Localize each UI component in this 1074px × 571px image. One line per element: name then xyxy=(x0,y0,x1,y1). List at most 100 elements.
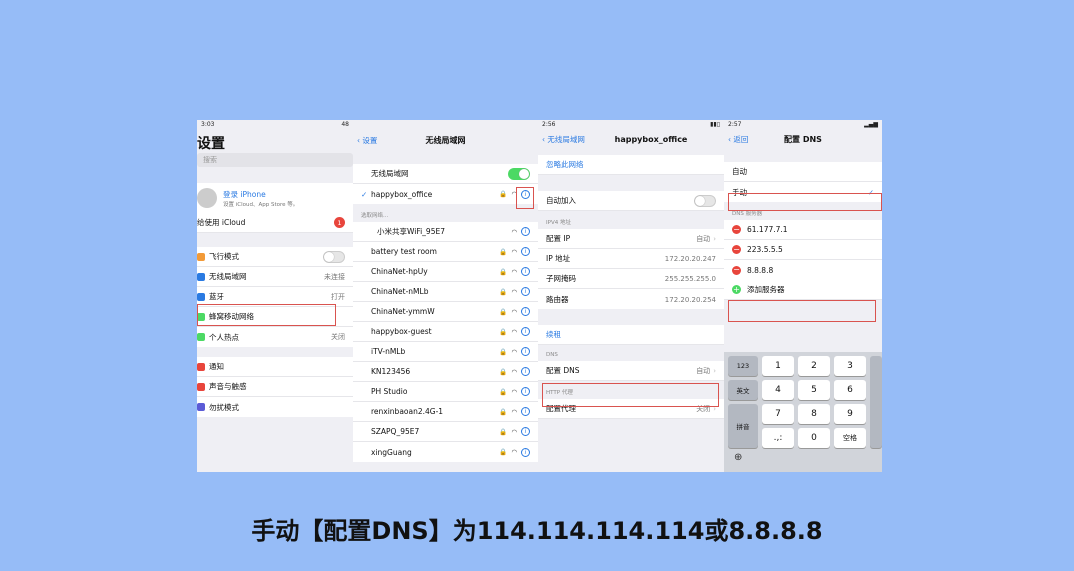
ipv4-label: 路由器 xyxy=(546,294,569,304)
setting-label: 勿扰模式 xyxy=(209,402,239,412)
back-label: 设置 xyxy=(362,135,378,145)
key-space[interactable]: 空格 xyxy=(834,428,866,448)
network-item[interactable]: KN123456 🔒 ◠ i xyxy=(353,362,538,382)
key-punctuation[interactable]: .,: xyxy=(762,428,794,448)
back-label: 返回 xyxy=(733,134,749,144)
notification-badge: 1 xyxy=(334,217,345,228)
dns-server-row[interactable]: −223.5.5.5 xyxy=(724,240,882,260)
ipv4-label: 子网掩码 xyxy=(546,274,576,283)
delete-icon[interactable]: − xyxy=(732,245,741,254)
network-name: renxinbaoan2.4G-1 xyxy=(371,407,444,416)
setting-label: 飞行模式 xyxy=(209,252,239,261)
dns-server-address: 8.8.8.8 xyxy=(747,265,774,275)
auto-join-row: 自动加入 xyxy=(538,191,724,211)
dns-auto-label: 自动 xyxy=(732,167,747,176)
key-123[interactable]: 123 xyxy=(728,356,758,376)
profile-sub: 设置 iCloud、App Store 等。 xyxy=(223,201,299,208)
key-9[interactable]: 9 xyxy=(834,404,866,424)
network-item[interactable]: iTV-nMLb 🔒 ◠ i xyxy=(353,342,538,362)
key-3[interactable]: 3 xyxy=(834,356,866,376)
settings-item[interactable]: 个人热点 关闭 xyxy=(197,327,353,347)
network-item[interactable]: ChinaNet-ymmW 🔒 ◠ i xyxy=(353,302,538,322)
status-bar: 2:56 ▮▮▯ xyxy=(538,120,724,129)
key-2[interactable]: 2 xyxy=(798,356,830,376)
profile-row[interactable]: 登录 iPhone 设置 iCloud、App Store 等。 xyxy=(197,183,353,213)
key-4[interactable]: 4 xyxy=(762,380,794,400)
network-name: ChinaNet-nMLb xyxy=(371,287,429,296)
add-server-button[interactable]: + 添加服务器 xyxy=(724,280,882,300)
info-icon[interactable]: i xyxy=(521,327,530,336)
key-english[interactable]: 英文 xyxy=(728,380,758,400)
key-5[interactable]: 5 xyxy=(798,380,830,400)
network-list: 小米共享WiFi_95E7 ◠ i battery test room 🔒 ◠ i China… xyxy=(353,222,538,462)
back-button[interactable]: ‹ 返回 xyxy=(728,134,748,145)
info-icon[interactable]: i xyxy=(521,367,530,376)
key-pinyin[interactable]: 拼音 xyxy=(728,404,758,448)
key-1[interactable]: 1 xyxy=(762,356,794,376)
back-button[interactable]: ‹ 设置 xyxy=(357,135,377,146)
airplane-toggle[interactable] xyxy=(323,250,345,263)
checkmark-icon: ✓ xyxy=(867,187,874,197)
settings-item[interactable]: 飞行模式 xyxy=(197,247,353,267)
info-icon[interactable]: i xyxy=(521,227,530,236)
network-item[interactable]: SZAPQ_95E7 🔒 ◠ i xyxy=(353,422,538,442)
info-icon[interactable]: i xyxy=(521,407,530,416)
key-6[interactable]: 6 xyxy=(834,380,866,400)
info-icon[interactable]: i xyxy=(521,427,530,436)
wifi-toggle[interactable] xyxy=(508,167,530,180)
settings-item[interactable]: 蓝牙 打开 xyxy=(197,287,353,307)
configure-proxy-row[interactable]: 配置代理 关闭 › xyxy=(538,399,724,419)
key-0[interactable]: 0 xyxy=(798,428,830,448)
battery-icon: ▮▮▯ xyxy=(710,121,720,128)
dns-manual-option[interactable]: 手动 ✓ xyxy=(724,182,882,202)
dns-server-row[interactable]: −8.8.8.8 xyxy=(724,260,882,280)
dns-server-row[interactable]: −61.177.7.1 xyxy=(724,220,882,240)
settings-item[interactable]: 无线局域网 未连接 xyxy=(197,267,353,287)
info-icon[interactable]: i xyxy=(521,307,530,316)
delete-icon[interactable]: − xyxy=(732,225,741,234)
setting-value: 未连接 xyxy=(324,272,345,281)
connected-network-row[interactable]: ✓ happybox_office 🔒 ◠ i xyxy=(353,184,538,204)
network-item[interactable]: xingGuang 🔒 ◠ i xyxy=(353,442,538,462)
delete-icon[interactable]: − xyxy=(732,265,741,275)
key-7[interactable]: 7 xyxy=(762,404,794,424)
info-icon[interactable]: i xyxy=(521,447,530,457)
ipv4-row: 子网掩码 255.255.255.0 xyxy=(538,269,724,289)
network-item[interactable]: ChinaNet-hpUy 🔒 ◠ i xyxy=(353,262,538,282)
renew-lease-button[interactable]: 续租 xyxy=(538,325,724,345)
search-input[interactable]: 搜索 xyxy=(197,153,353,167)
key-side[interactable] xyxy=(870,356,882,448)
network-item[interactable]: renxinbaoan2.4G-1 🔒 ◠ i xyxy=(353,402,538,422)
settings-item[interactable]: 通知 xyxy=(197,357,353,377)
info-icon[interactable]: i xyxy=(521,347,530,356)
setting-label: 声音与触感 xyxy=(209,382,247,391)
wifi-signal-icon: ◠ xyxy=(511,427,517,436)
info-icon[interactable]: i xyxy=(521,247,530,256)
ipv4-row[interactable]: 配置 IP 自动 › xyxy=(538,229,724,249)
ipv4-value: 172.20.20.254 xyxy=(664,295,716,304)
network-item[interactable]: ChinaNet-nMLb 🔒 ◠ i xyxy=(353,282,538,302)
info-icon[interactable]: i xyxy=(521,189,530,199)
key-8[interactable]: 8 xyxy=(798,404,830,424)
settings-item[interactable]: 蜂窝移动网络 xyxy=(197,307,353,327)
forget-network-button[interactable]: 忽略此网络 xyxy=(538,155,724,175)
settings-item[interactable]: 勿扰模式 xyxy=(197,397,353,417)
setting-label: 无线局域网 xyxy=(209,272,247,281)
dns-auto-option[interactable]: 自动 xyxy=(724,162,882,182)
info-icon[interactable]: i xyxy=(521,287,530,296)
dns-server-list: −61.177.7.1−223.5.5.5−8.8.8.8 xyxy=(724,220,882,280)
configure-dns-row[interactable]: 配置 DNS 自动 › xyxy=(538,361,724,381)
globe-icon[interactable]: ⊕ xyxy=(734,452,742,463)
avatar xyxy=(197,188,217,208)
back-button[interactable]: ‹ 无线局域网 xyxy=(542,134,585,145)
settings-item[interactable]: 声音与触感 xyxy=(197,377,353,397)
auto-join-toggle[interactable] xyxy=(694,194,716,207)
icloud-label: 给使用 iCloud xyxy=(197,218,246,227)
network-item[interactable]: PH Studio 🔒 ◠ i xyxy=(353,382,538,402)
icloud-row[interactable]: 给使用 iCloud 1 xyxy=(197,213,353,233)
info-icon[interactable]: i xyxy=(521,387,530,396)
info-icon[interactable]: i xyxy=(521,267,530,276)
network-item[interactable]: 小米共享WiFi_95E7 ◠ i xyxy=(353,222,538,242)
network-item[interactable]: battery test room 🔒 ◠ i xyxy=(353,242,538,262)
network-item[interactable]: happybox-guest 🔒 ◠ i xyxy=(353,322,538,342)
